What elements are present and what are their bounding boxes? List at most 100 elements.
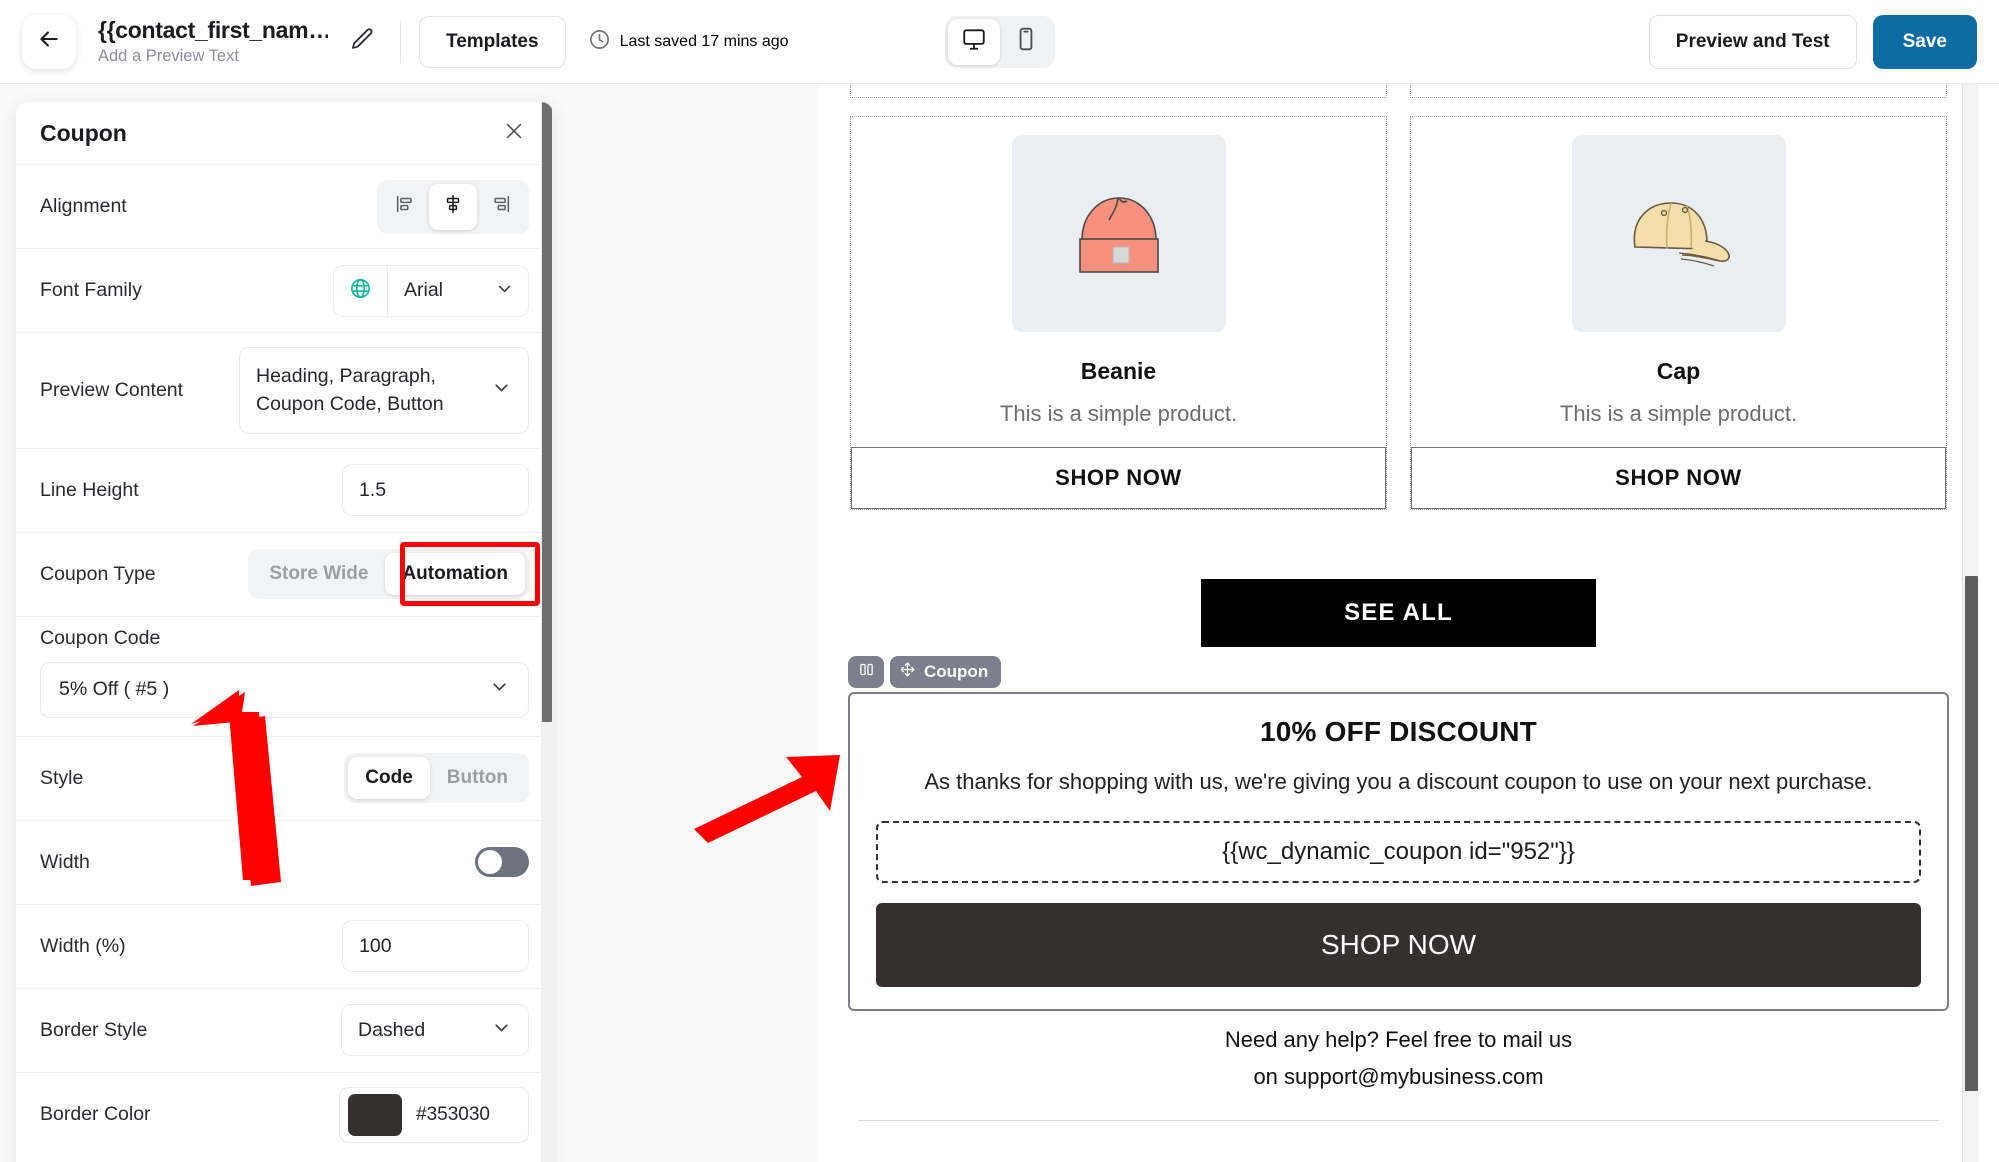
product-shop-now-button[interactable]: SHOP NOW <box>1411 447 1946 509</box>
coupon-type-row: Coupon Type Store Wide Automation <box>16 533 553 617</box>
coupon-code-select[interactable]: 5% Off ( #5 ) <box>40 661 529 718</box>
email-title-block: {{contact_first_nam… Add a Preview Text <box>98 17 328 66</box>
top-toolbar: {{contact_first_nam… Add a Preview Text … <box>0 0 1999 84</box>
product-name: Cap <box>1656 358 1701 384</box>
email-body: Beanie This is a simple product. SHOP NO… <box>818 84 1979 1122</box>
product-shop-now-label: SHOP NOW <box>1055 465 1182 490</box>
align-right-icon <box>490 193 512 220</box>
coupon-code-row: Coupon Code 5% Off ( #5 ) <box>16 617 553 737</box>
page-title: {{contact_first_nam… <box>98 17 328 43</box>
beanie-illustration <box>1078 196 1159 273</box>
font-family-label: Font Family <box>40 279 142 301</box>
style-segmented-control: Code Button <box>344 753 529 804</box>
preview-and-test-button[interactable]: Preview and Test <box>1648 14 1857 69</box>
see-all-button[interactable]: SEE ALL <box>1201 579 1596 647</box>
save-label: Save <box>1902 30 1947 52</box>
panel-scrollbar-thumb[interactable] <box>542 102 552 722</box>
footer-line-1: Need any help? Feel free to mail us <box>1224 1027 1573 1053</box>
preview-content-row: Preview Content Heading, Paragraph, Coup… <box>16 333 553 449</box>
width-percent-row: Width (%) 100 <box>16 905 553 989</box>
coupon-heading: 10% OFF DISCOUNT <box>1259 716 1537 747</box>
border-style-value: Dashed <box>358 1018 426 1041</box>
desktop-preview-button[interactable] <box>947 18 1000 65</box>
product-card[interactable]: Beanie This is a simple product. SHOP NO… <box>850 116 1387 510</box>
coupon-code-label: Coupon Code <box>40 626 161 649</box>
chevron-down-icon <box>489 676 510 703</box>
coupon-type-label: Coupon Type <box>40 562 156 585</box>
footer-line-2: on support@mybusiness.com <box>1253 1064 1544 1090</box>
columns-button[interactable] <box>848 656 884 688</box>
coupon-type-segmented-control: Store Wide Automation <box>248 549 529 600</box>
preview-content-value: Heading, Paragraph, Coupon Code, Button <box>256 365 444 416</box>
preview-content-label: Preview Content <box>40 378 184 401</box>
coupon-type-store-wide-option[interactable]: Store Wide <box>252 553 385 595</box>
align-left-icon <box>394 193 416 220</box>
close-panel-button[interactable] <box>499 118 529 148</box>
product-card-partial <box>850 84 1387 98</box>
align-center-button[interactable] <box>429 183 477 230</box>
coupon-block[interactable]: 10% OFF DISCOUNT As thanks for shopping … <box>848 692 1949 1012</box>
last-saved-text: Last saved 17 mins ago <box>619 32 789 50</box>
desktop-icon <box>961 26 987 57</box>
alignment-label: Alignment <box>40 195 127 217</box>
chevron-down-icon <box>495 279 514 303</box>
globe-icon <box>348 276 373 306</box>
line-height-input[interactable]: 1.5 <box>342 464 529 517</box>
preview-scrollbar[interactable] <box>1962 84 1979 1162</box>
panel-header: Coupon <box>16 102 553 165</box>
coupon-block-label-badge[interactable]: Coupon <box>890 656 1002 688</box>
line-height-label: Line Height <box>40 478 139 501</box>
border-color-picker[interactable]: #353030 <box>339 1086 529 1143</box>
close-icon <box>503 120 525 147</box>
align-left-button[interactable] <box>381 184 429 230</box>
product-card[interactable]: Cap This is a simple product. SHOP NOW <box>1410 116 1947 510</box>
line-height-row: Line Height 1.5 <box>16 449 553 533</box>
coupon-shop-now-button[interactable]: SHOP NOW <box>876 903 1921 988</box>
toolbar-divider <box>400 20 401 63</box>
product-shop-now-label: SHOP NOW <box>1615 465 1742 490</box>
coupon-code-value: 5% Off ( #5 ) <box>59 678 170 701</box>
panel-title: Coupon <box>40 119 127 146</box>
templates-button[interactable]: Templates <box>419 15 566 68</box>
style-button-option[interactable]: Button <box>430 757 525 799</box>
border-style-select[interactable]: Dashed <box>341 1004 529 1057</box>
width-toggle[interactable] <box>475 847 529 878</box>
preview-scrollbar-thumb[interactable] <box>1965 576 1978 1091</box>
panel-scrollbar[interactable] <box>541 102 553 1162</box>
font-globe-button[interactable] <box>334 265 388 316</box>
width-percent-label: Width (%) <box>40 934 126 957</box>
product-image <box>1571 135 1786 332</box>
email-preview-canvas: Beanie This is a simple product. SHOP NO… <box>818 84 1979 1162</box>
width-percent-input[interactable]: 100 <box>342 920 529 973</box>
templates-label: Templates <box>446 30 539 52</box>
border-color-label: Border Color <box>40 1103 151 1126</box>
border-color-row: Border Color #353030 <box>16 1073 553 1157</box>
coupon-code-placeholder: {{wc_dynamic_coupon id="952"}} <box>876 821 1921 884</box>
back-button[interactable] <box>22 14 76 69</box>
align-center-icon <box>442 193 464 220</box>
topbar-actions: Preview and Test Save <box>1648 14 1977 69</box>
alignment-row: Alignment <box>16 165 553 249</box>
coupon-block-label: Coupon <box>924 662 989 681</box>
see-all-label: SEE ALL <box>1344 599 1453 626</box>
preview-content-select[interactable]: Heading, Paragraph, Coupon Code, Button <box>239 347 529 434</box>
chevron-down-icon <box>491 377 512 404</box>
width-percent-value: 100 <box>359 934 392 957</box>
left-column: Coupon Alignment Font Family Arial Previ… <box>0 84 818 1162</box>
arrow-left-icon <box>36 26 62 57</box>
style-code-option[interactable]: Code <box>348 757 430 800</box>
align-right-button[interactable] <box>477 184 525 230</box>
coupon-type-automation-option[interactable]: Automation <box>385 553 525 596</box>
mobile-preview-button[interactable] <box>1000 19 1052 65</box>
edit-title-button[interactable] <box>342 22 382 62</box>
columns-icon <box>858 661 875 683</box>
border-color-value: #353030 <box>416 1103 490 1125</box>
footer-divider <box>858 1120 1939 1122</box>
preview-text-placeholder[interactable]: Add a Preview Text <box>98 47 328 66</box>
product-card-partial <box>1410 84 1947 98</box>
font-family-select[interactable]: Arial <box>333 264 529 317</box>
font-family-row: Font Family Arial <box>16 249 553 333</box>
product-shop-now-button[interactable]: SHOP NOW <box>851 447 1386 509</box>
save-button[interactable]: Save <box>1872 14 1977 69</box>
border-color-swatch[interactable] <box>348 1093 402 1136</box>
